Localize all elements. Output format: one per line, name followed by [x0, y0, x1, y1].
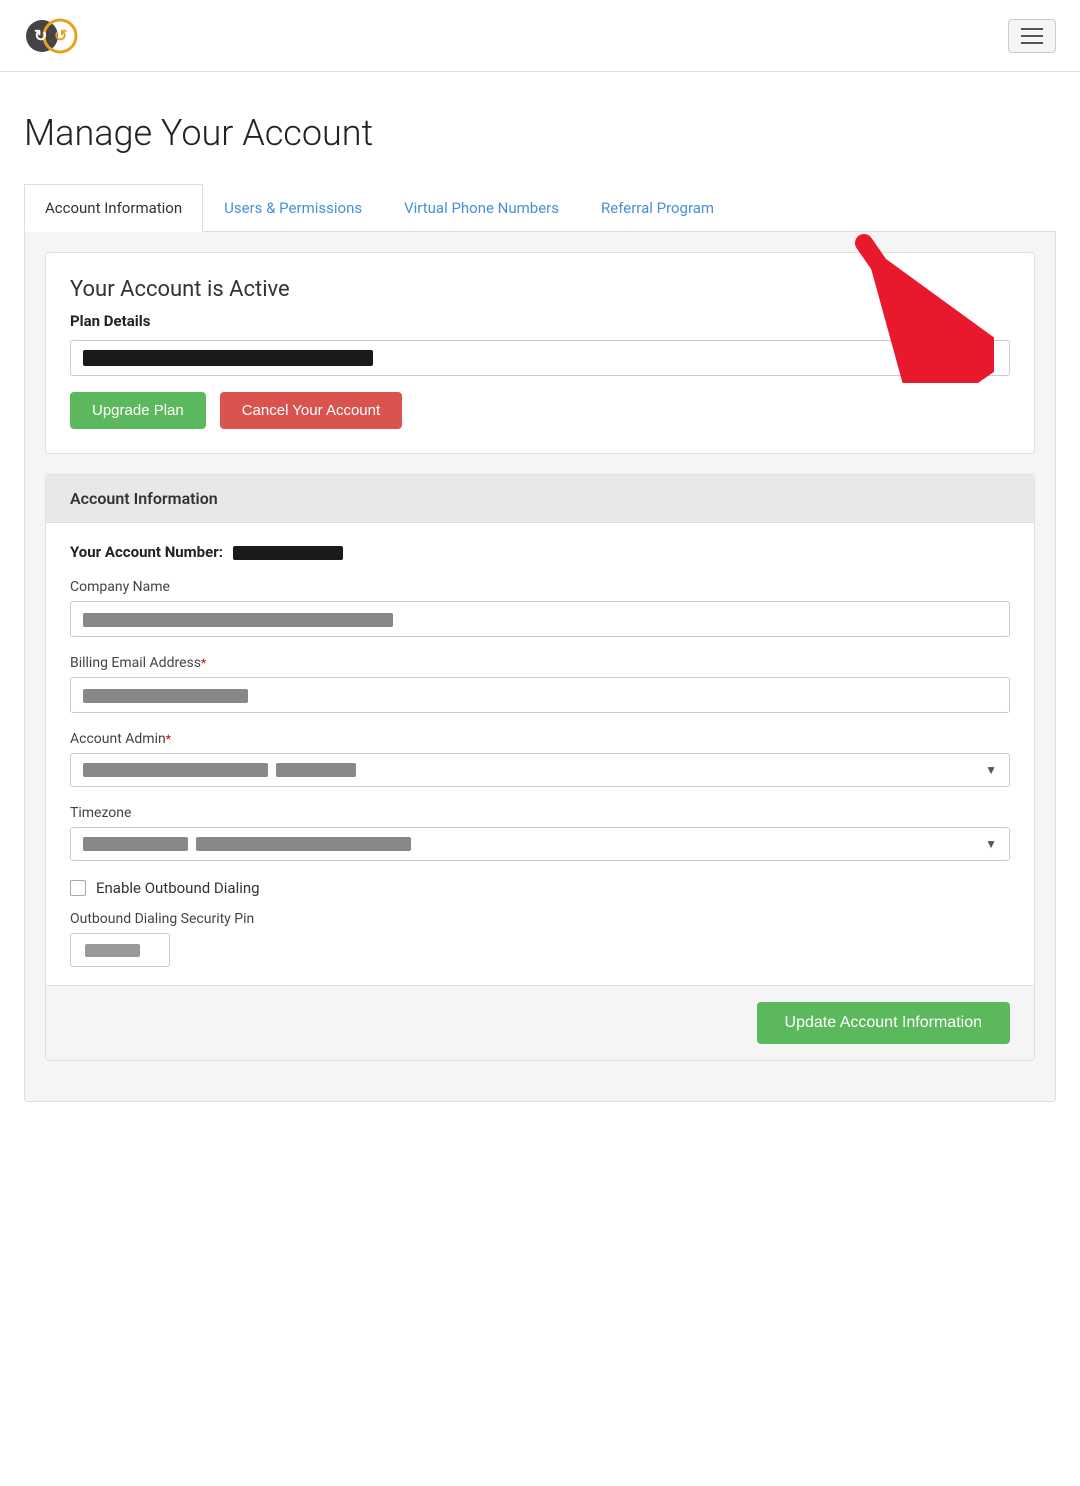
- account-admin-label: Account Admin*: [70, 731, 1010, 747]
- hamburger-line: [1021, 28, 1043, 30]
- account-info-card: Account Information Your Account Number:…: [45, 474, 1035, 1061]
- tab-virtual-phone-numbers[interactable]: Virtual Phone Numbers: [383, 184, 580, 232]
- timezone-group: Timezone ▼: [70, 805, 1010, 861]
- billing-email-group: Billing Email Address*: [70, 655, 1010, 713]
- timezone-caret-icon: ▼: [985, 837, 997, 851]
- company-name-group: Company Name: [70, 579, 1010, 637]
- account-info-header: Account Information: [46, 475, 1034, 523]
- timezone-select[interactable]: ▼: [70, 827, 1010, 861]
- plan-redacted-value: [83, 350, 373, 366]
- account-admin-group: Account Admin* ▼: [70, 731, 1010, 787]
- account-admin-select[interactable]: ▼: [70, 753, 1010, 787]
- company-name-value: [83, 613, 393, 627]
- account-number-value: [233, 546, 343, 560]
- account-admin-select-content: [83, 763, 356, 777]
- annotation-arrow: [834, 223, 994, 383]
- outbound-pin-label: Outbound Dialing Security Pin: [70, 911, 1010, 927]
- hamburger-line: [1021, 35, 1043, 37]
- enable-outbound-checkbox[interactable]: [70, 880, 86, 896]
- billing-email-required: *: [201, 656, 206, 670]
- timezone-detail: [196, 837, 411, 851]
- enable-outbound-row: Enable Outbound Dialing: [70, 879, 1010, 897]
- navbar: ↻ ↺: [0, 0, 1080, 72]
- account-admin-first: [83, 763, 268, 777]
- svg-text:↻: ↻: [34, 26, 47, 45]
- logo: ↻ ↺: [24, 12, 84, 60]
- account-admin-required: *: [166, 732, 171, 746]
- logo-icon: ↻ ↺: [24, 12, 84, 60]
- svg-text:↺: ↺: [54, 26, 67, 45]
- page-title: Manage Your Account: [24, 112, 1056, 154]
- upgrade-plan-button[interactable]: Upgrade Plan: [70, 392, 206, 429]
- account-number-row: Your Account Number:: [70, 543, 1010, 561]
- company-name-input[interactable]: [70, 601, 1010, 637]
- billing-email-label: Billing Email Address*: [70, 655, 1010, 671]
- tab-account-information[interactable]: Account Information: [24, 184, 203, 232]
- tab-users-permissions[interactable]: Users & Permissions: [203, 184, 383, 232]
- account-admin-last: [276, 763, 356, 777]
- timezone-region: [83, 837, 188, 851]
- outbound-pin-value: [85, 944, 140, 957]
- page-content: Manage Your Account Account Information …: [0, 72, 1080, 1142]
- company-name-label: Company Name: [70, 579, 1010, 595]
- plan-card: Your Account is Active Plan Details Upgr…: [45, 252, 1035, 454]
- billing-email-input[interactable]: [70, 677, 1010, 713]
- tab-content-area: Your Account is Active Plan Details Upgr…: [24, 232, 1056, 1102]
- cancel-account-button[interactable]: Cancel Your Account: [220, 392, 402, 429]
- tab-referral-program[interactable]: Referral Program: [580, 184, 735, 232]
- account-number-label: Your Account Number:: [70, 543, 223, 561]
- timezone-select-content: [83, 837, 411, 851]
- hamburger-button[interactable]: [1008, 19, 1056, 53]
- account-admin-caret-icon: ▼: [985, 763, 997, 777]
- hamburger-line: [1021, 42, 1043, 44]
- timezone-label: Timezone: [70, 805, 1010, 821]
- update-account-button[interactable]: Update Account Information: [757, 1002, 1010, 1044]
- outbound-pin-input[interactable]: [70, 933, 170, 967]
- outbound-pin-group: Outbound Dialing Security Pin: [70, 911, 1010, 967]
- enable-outbound-label: Enable Outbound Dialing: [96, 879, 260, 897]
- billing-email-value: [83, 689, 248, 703]
- action-bar: Update Account Information: [46, 985, 1034, 1060]
